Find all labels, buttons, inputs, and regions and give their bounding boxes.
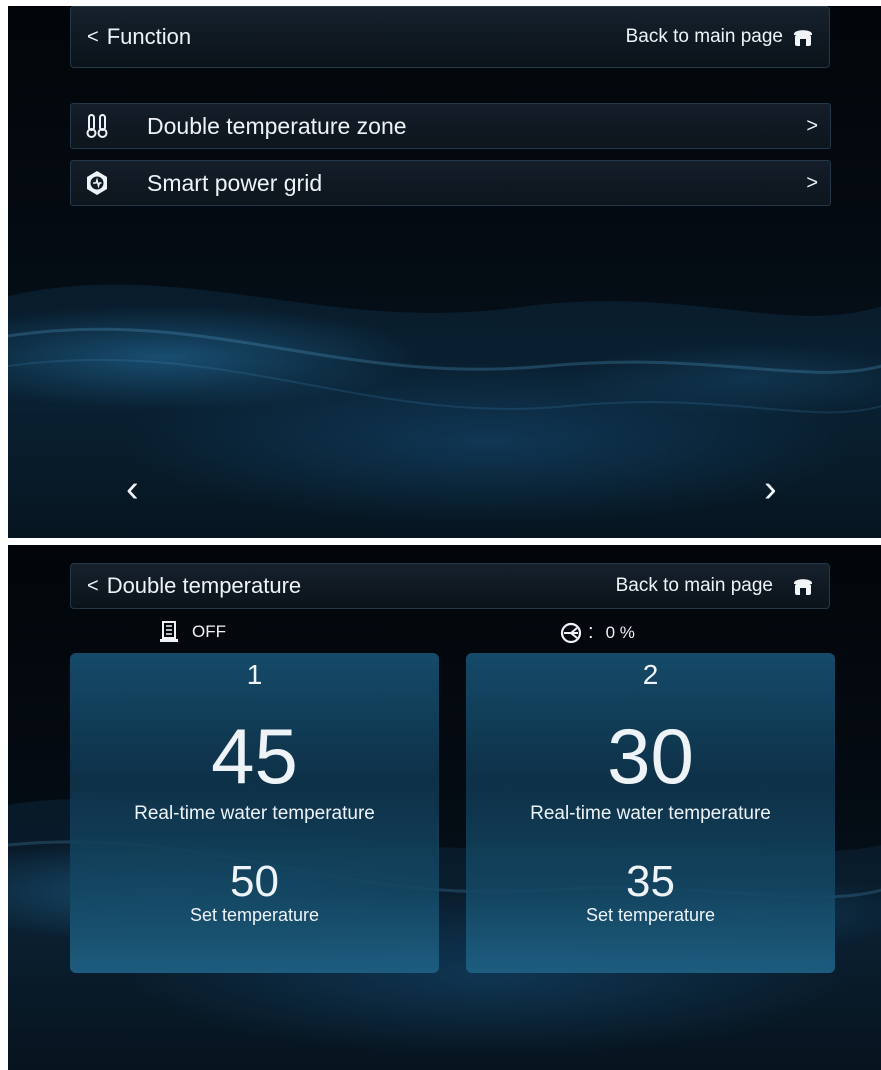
chevron-left-icon: <	[87, 574, 99, 597]
back-to-main-label: Back to main page	[615, 575, 773, 596]
home-icon	[794, 579, 812, 595]
chevron-right-icon: >	[806, 171, 818, 194]
back-double-temperature-button[interactable]: < Double temperature	[87, 573, 301, 599]
set-temperature-label: Set temperature	[189, 905, 320, 925]
menu-item-smart-power-grid[interactable]: Smart power grid >	[70, 160, 831, 206]
back-to-main-label: Back to main page	[625, 26, 783, 47]
set-temperature: 50	[230, 857, 279, 906]
real-time-temperature-label: Real-time water temperature	[134, 803, 375, 824]
home-icon	[794, 30, 812, 46]
set-temperature-label: Set temperature	[585, 905, 716, 925]
zone-number: 1	[246, 659, 263, 690]
back-to-main-button[interactable]: Back to main page	[626, 26, 815, 48]
chevron-left-icon: <	[87, 25, 99, 48]
pump-value: 0 %	[605, 622, 635, 642]
pump-colon: :	[588, 621, 594, 643]
zone-number: 2	[642, 659, 659, 690]
double-temperature-screen: < Double temperature Back to main page O…	[8, 545, 881, 1070]
double-temperature-header: < Double temperature Back to main page	[70, 563, 830, 609]
zone-card-1[interactable]: 1 45 Real-time water temperature 50 Set …	[70, 653, 439, 973]
menu-label-double-temperature: Double temperature zone	[147, 112, 407, 139]
function-header: < Function Back to main page	[70, 6, 830, 68]
back-to-main-button[interactable]: Back to main page	[616, 575, 815, 597]
pump-status: : 0 %	[560, 621, 635, 644]
real-time-temperature: 45	[211, 712, 298, 800]
set-temperature: 35	[626, 857, 675, 906]
menu-item-double-temperature-zone[interactable]: Double temperature zone >	[70, 103, 831, 149]
next-page-arrow[interactable]: ›	[764, 468, 777, 511]
pump-icon	[560, 622, 582, 643]
heater-status: OFF	[160, 621, 226, 643]
back-function-button[interactable]: < Function	[87, 24, 191, 50]
power-grid-icon	[87, 171, 107, 195]
function-screen: < Function Back to main page Double temp…	[8, 6, 881, 538]
background-wave	[8, 284, 881, 538]
heater-state: OFF	[192, 622, 226, 641]
thermometers-icon	[86, 114, 108, 138]
chevron-right-icon: >	[806, 114, 818, 137]
real-time-temperature-label: Real-time water temperature	[530, 803, 771, 824]
header-title: Double temperature	[106, 573, 302, 598]
previous-page-arrow[interactable]: ‹	[126, 468, 139, 511]
zone-card-2[interactable]: 2 30 Real-time water temperature 35 Set …	[466, 653, 835, 973]
real-time-temperature: 30	[607, 712, 694, 800]
heater-icon	[160, 621, 178, 642]
header-title: Function	[106, 24, 192, 49]
menu-label-smart-power-grid: Smart power grid	[147, 169, 323, 196]
